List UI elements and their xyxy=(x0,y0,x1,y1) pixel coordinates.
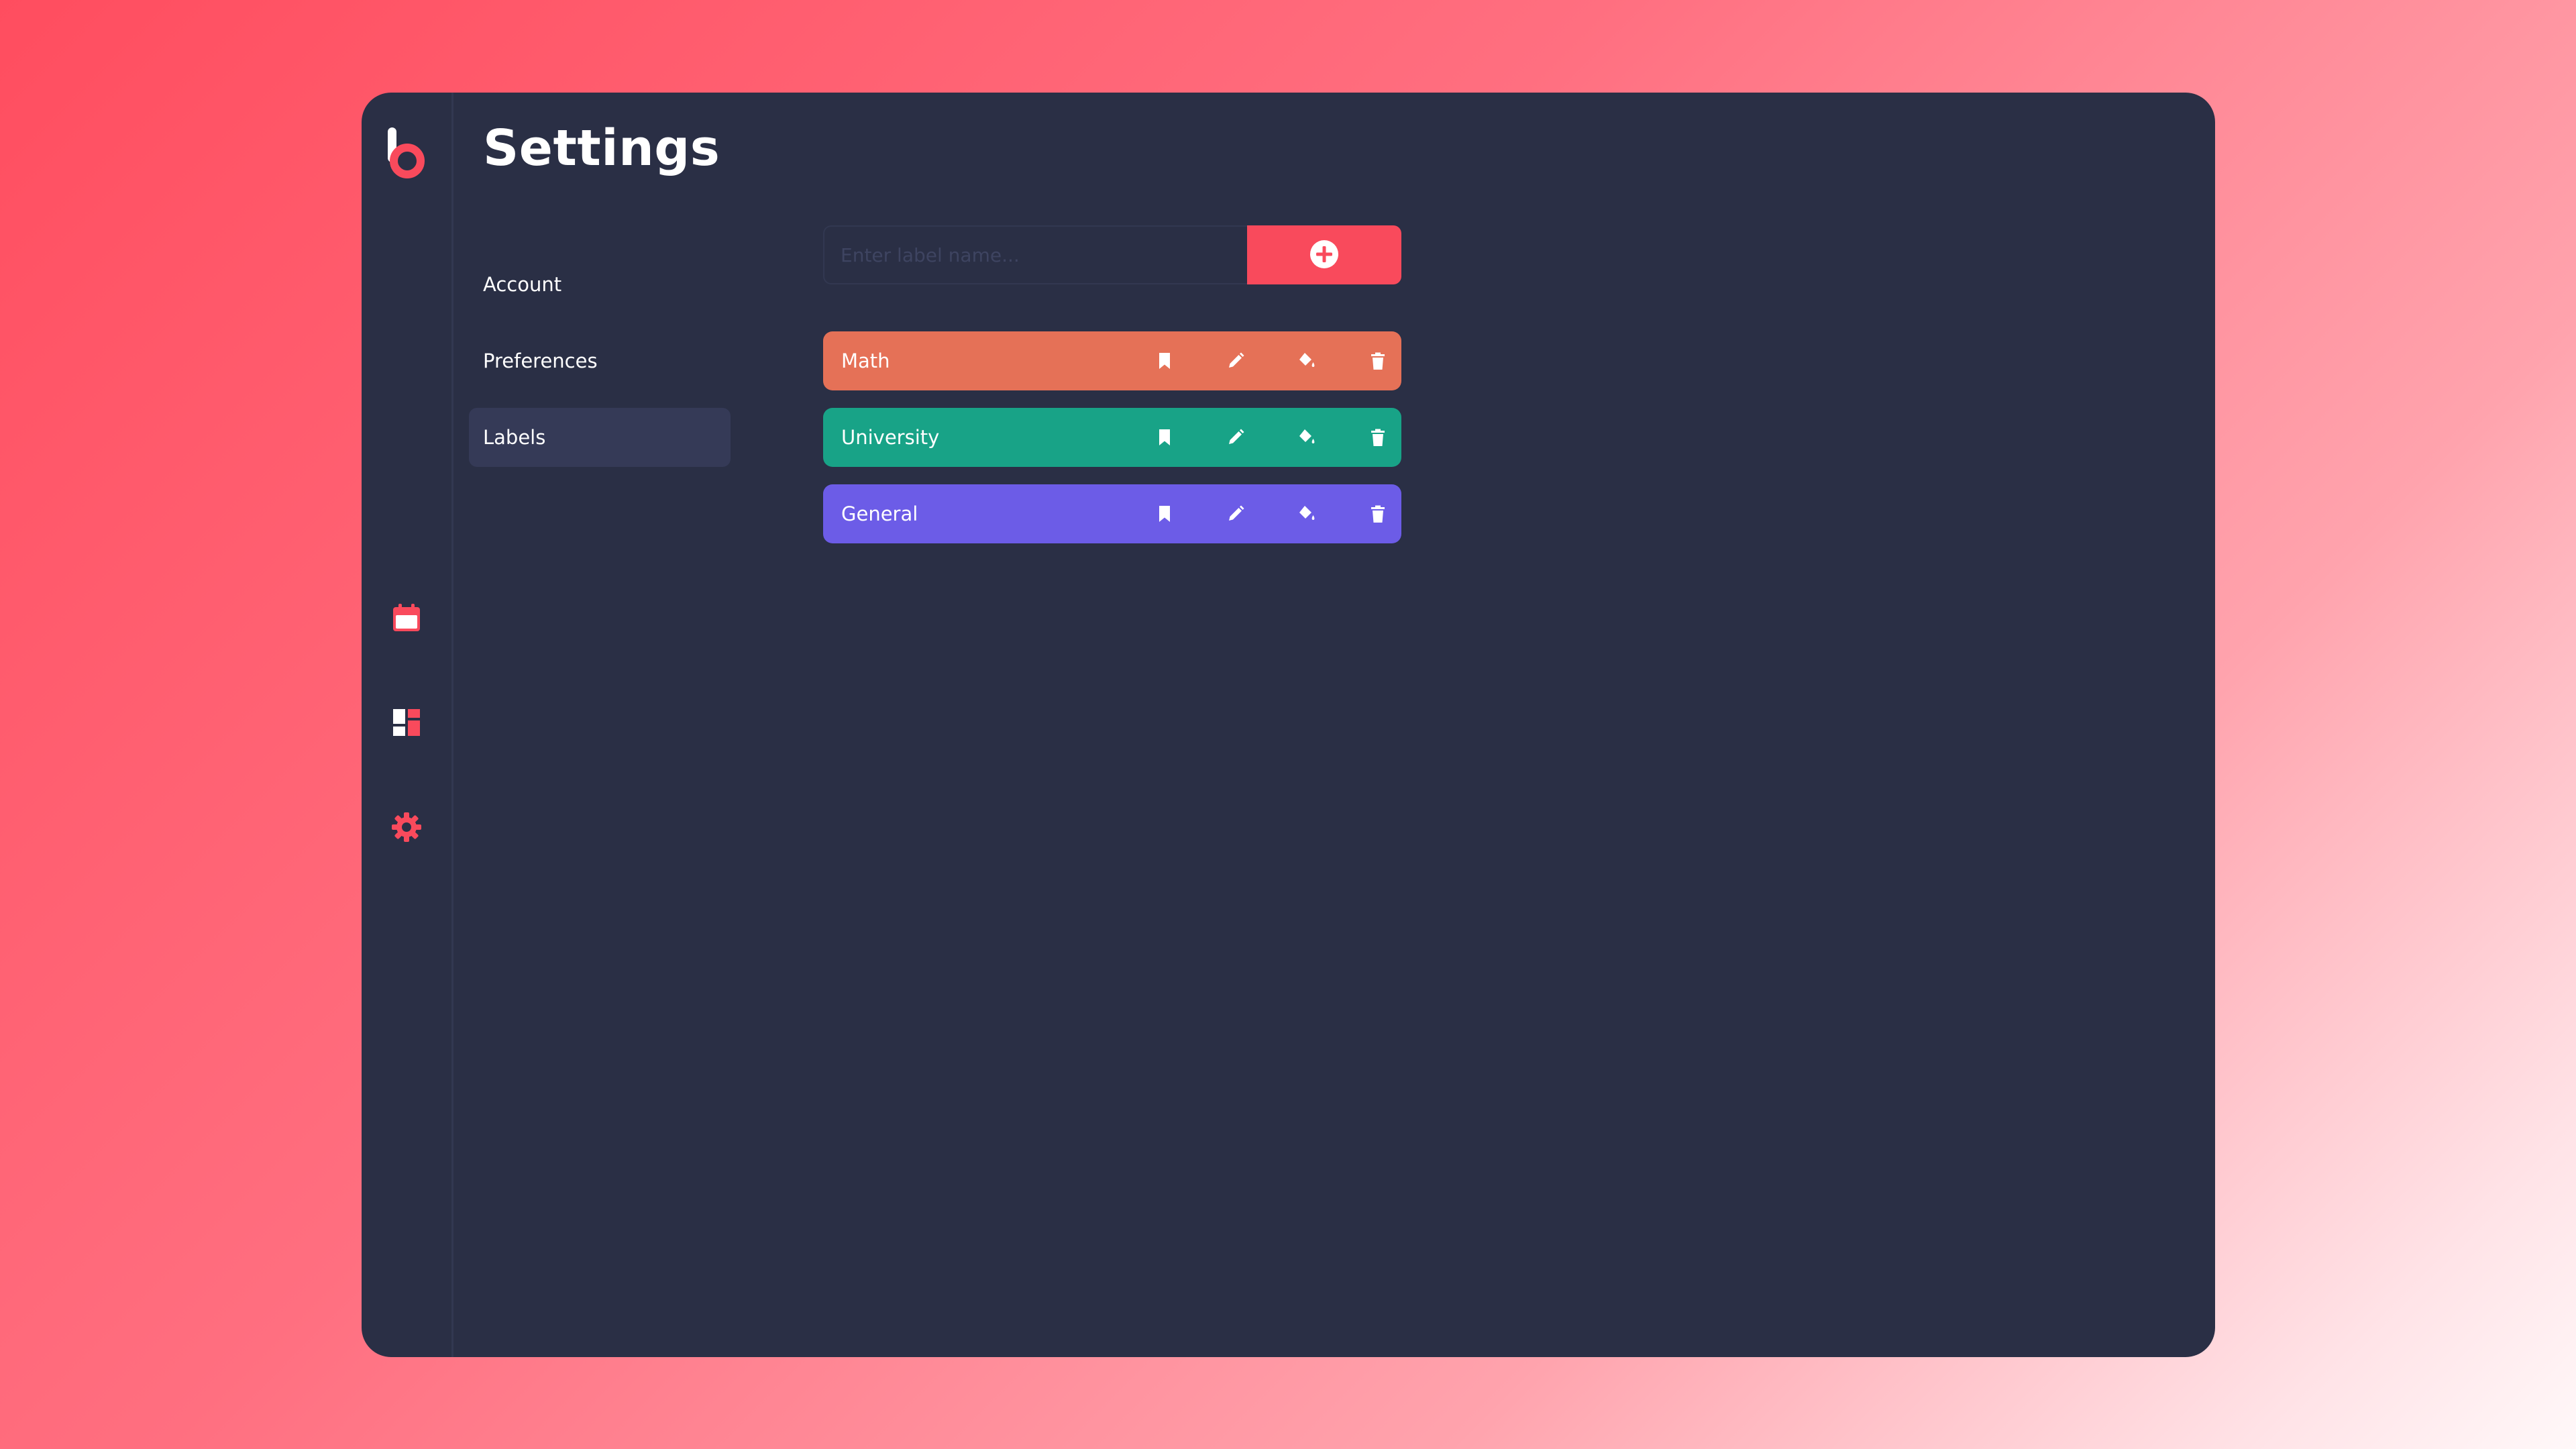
plus-circle-icon xyxy=(1309,239,1340,272)
label-row-math: Math xyxy=(823,331,1401,390)
label-list: Math University General xyxy=(823,331,1401,561)
page-title: Settings xyxy=(483,119,720,177)
label-row-general: General xyxy=(823,484,1401,543)
add-label-button[interactable] xyxy=(1247,225,1401,284)
bookmark-icon[interactable] xyxy=(1153,350,1176,372)
trash-icon[interactable] xyxy=(1366,502,1389,525)
dashboard-icon[interactable] xyxy=(391,707,422,738)
nav-item-label: Labels xyxy=(483,426,546,449)
label-name: Math xyxy=(841,350,890,372)
trash-icon[interactable] xyxy=(1366,350,1389,372)
icon-rail xyxy=(362,93,453,1357)
nav-item-labels[interactable]: Labels xyxy=(469,408,731,467)
nav-item-label: Account xyxy=(483,273,562,296)
calendar-icon[interactable] xyxy=(391,602,422,633)
app-logo[interactable] xyxy=(385,126,428,180)
nav-item-account[interactable]: Account xyxy=(469,255,731,314)
add-label-form xyxy=(823,225,1401,284)
label-actions xyxy=(1105,408,1389,467)
settings-nav: Account Preferences Labels xyxy=(469,255,731,484)
nav-item-label: Preferences xyxy=(483,350,598,372)
paint-bucket-icon[interactable] xyxy=(1295,426,1318,449)
bookmark-icon[interactable] xyxy=(1153,502,1176,525)
label-name: University xyxy=(841,426,940,449)
pencil-icon[interactable] xyxy=(1224,426,1247,449)
label-actions xyxy=(1105,331,1389,390)
pencil-icon[interactable] xyxy=(1224,350,1247,372)
bookmark-icon[interactable] xyxy=(1153,426,1176,449)
label-name: General xyxy=(841,502,918,525)
paint-bucket-icon[interactable] xyxy=(1295,350,1318,372)
gear-icon[interactable] xyxy=(391,812,422,843)
label-actions xyxy=(1105,484,1389,543)
nav-item-preferences[interactable]: Preferences xyxy=(469,331,731,390)
paint-bucket-icon[interactable] xyxy=(1295,502,1318,525)
label-row-university: University xyxy=(823,408,1401,467)
app-window: Settings Account Preferences Labels Math xyxy=(362,93,2215,1357)
label-name-input[interactable] xyxy=(823,225,1247,284)
trash-icon[interactable] xyxy=(1366,426,1389,449)
pencil-icon[interactable] xyxy=(1224,502,1247,525)
